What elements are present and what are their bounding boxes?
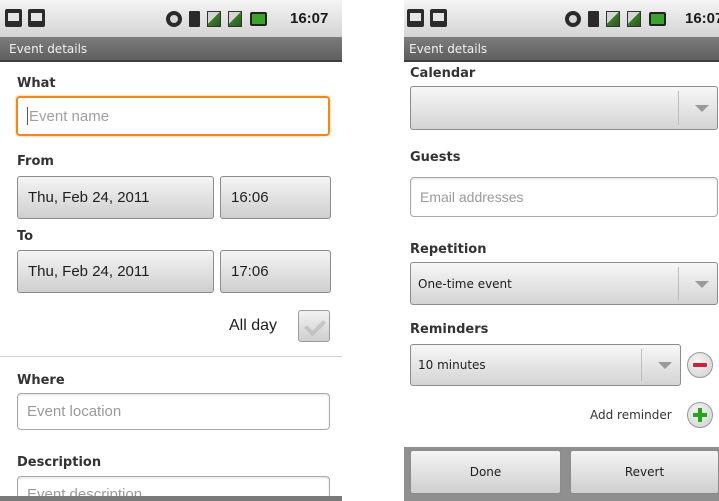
guests-input[interactable]: Email addresses <box>410 177 718 217</box>
remove-icon[interactable] <box>687 352 713 378</box>
guests-label: Guests <box>410 150 461 165</box>
button-bar: Done Revert <box>404 447 719 501</box>
notification-icon <box>28 9 45 27</box>
sync-icon <box>565 11 581 27</box>
section-divider <box>0 356 342 357</box>
page-title: Event details <box>9 42 88 56</box>
to-label: To <box>17 229 34 244</box>
spinner-separator <box>641 349 642 381</box>
bottom-edge <box>0 496 342 501</box>
left-screen: 16:07 Event details What Event name From… <box>0 0 342 501</box>
what-label: What <box>17 76 56 91</box>
dropdown-arrow-icon <box>658 362 672 369</box>
title-bar: Event details <box>404 37 719 62</box>
calendar-spinner[interactable] <box>410 86 718 130</box>
from-time-button[interactable]: 16:06 <box>220 176 331 219</box>
add-reminder-label[interactable]: Add reminder <box>590 408 672 422</box>
battery-icon <box>250 12 267 26</box>
spinner-separator <box>678 91 679 125</box>
from-date-button[interactable]: Thu, Feb 24, 2011 <box>17 176 214 219</box>
repetition-spinner[interactable]: One-time event <box>410 262 718 305</box>
event-name-input[interactable]: Event name <box>16 96 330 136</box>
battery-icon <box>649 12 666 26</box>
reminders-label: Reminders <box>410 322 489 337</box>
all-day-label: All day <box>229 317 278 334</box>
status-bar: 16:07 <box>404 0 719 37</box>
where-label: Where <box>17 373 65 388</box>
sd-card-icon <box>189 11 200 27</box>
status-bar: 16:07 <box>0 0 342 37</box>
right-screen: 16:07 Event details Calendar Guests Emai… <box>404 0 719 501</box>
notification-icon <box>430 9 447 27</box>
status-time: 16:07 <box>290 10 329 27</box>
dropdown-arrow-icon <box>695 105 709 112</box>
signal-icon <box>207 11 221 27</box>
status-time: 16:07 <box>685 10 719 27</box>
event-name-placeholder: Event name <box>29 107 110 125</box>
reminder-value: 10 minutes <box>418 358 486 372</box>
title-bar: Event details <box>0 37 342 62</box>
repetition-label: Repetition <box>410 242 487 257</box>
to-date-button[interactable]: Thu, Feb 24, 2011 <box>17 250 214 293</box>
spinner-separator <box>678 267 679 300</box>
add-icon[interactable] <box>687 402 713 428</box>
revert-button[interactable]: Revert <box>570 450 719 494</box>
sd-card-icon <box>588 11 599 27</box>
text-caret <box>27 107 28 125</box>
dropdown-arrow-icon <box>695 280 709 288</box>
notification-icon <box>407 9 424 27</box>
signal-icon <box>228 11 242 27</box>
repetition-value: One-time event <box>418 276 512 291</box>
description-label: Description <box>17 455 102 470</box>
all-day-checkbox[interactable] <box>298 310 330 342</box>
calendar-label: Calendar <box>410 66 476 81</box>
notification-icon <box>5 9 22 27</box>
signal-icon <box>606 11 620 27</box>
reminder-spinner[interactable]: 10 minutes <box>410 344 681 386</box>
guests-placeholder: Email addresses <box>420 189 524 205</box>
to-time-button[interactable]: 17:06 <box>220 250 331 293</box>
sync-icon <box>166 11 182 27</box>
signal-icon <box>627 11 641 27</box>
location-input[interactable]: Event location <box>17 393 330 430</box>
from-label: From <box>17 154 54 169</box>
page-title: Event details <box>409 42 488 56</box>
location-placeholder: Event location <box>27 403 122 420</box>
done-button[interactable]: Done <box>410 450 561 494</box>
